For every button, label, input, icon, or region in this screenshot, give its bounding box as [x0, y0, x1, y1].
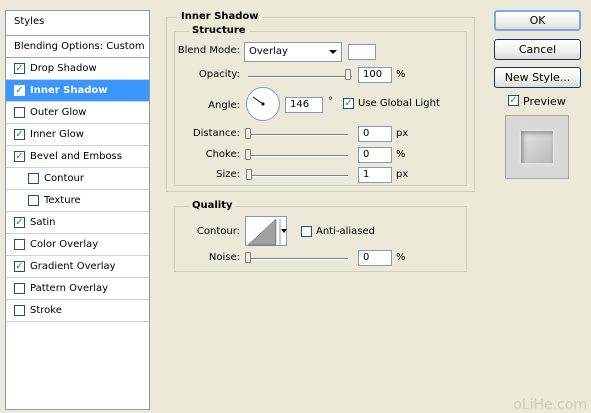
opacity-slider-track[interactable] [248, 76, 352, 78]
angle-label: Angle: [208, 100, 240, 111]
style-checkbox[interactable] [28, 195, 39, 206]
distance-slider-track[interactable] [248, 134, 348, 136]
distance-input[interactable]: 0 [358, 126, 392, 142]
contour-picker[interactable] [245, 216, 287, 246]
style-item-label: Inner Shadow [30, 84, 108, 96]
styles-list: Styles Blending Options: Custom ✓ Drop Sh… [5, 10, 150, 410]
blend-mode-value: Overlay [249, 46, 288, 57]
style-checkbox[interactable] [14, 305, 25, 316]
style-item-label: Stroke [30, 304, 62, 316]
style-item-contour[interactable]: Contour [6, 168, 149, 190]
style-item-label: Pattern Overlay [30, 282, 109, 294]
style-checkbox[interactable]: ✓ [14, 151, 25, 162]
angle-input[interactable]: 146 [285, 97, 323, 113]
style-checkbox[interactable]: ✓ [14, 261, 25, 272]
new-style-button[interactable]: New Style... [494, 67, 581, 88]
styles-header[interactable]: Styles [6, 11, 149, 36]
choke-label: Choke: [205, 149, 240, 160]
opacity-input[interactable]: 100 [358, 67, 392, 83]
size-slider-thumb[interactable] [246, 169, 252, 180]
style-item-label: Contour [44, 172, 84, 184]
style-item-label: Gradient Overlay [30, 260, 116, 272]
size-unit: px [396, 169, 409, 180]
choke-slider-thumb[interactable] [245, 149, 251, 160]
noise-slider-thumb[interactable] [245, 252, 251, 263]
size-slider-track[interactable] [248, 175, 348, 177]
distance-unit: px [396, 128, 409, 139]
angle-dial[interactable] [246, 87, 280, 121]
size-input[interactable]: 1 [358, 167, 392, 183]
style-item-label: Satin [30, 216, 56, 228]
style-item-stroke[interactable]: Stroke [6, 300, 149, 322]
preview-checkbox[interactable]: ✓ [508, 95, 519, 106]
style-item-label: Texture [44, 194, 81, 206]
style-item-satin[interactable]: ✓ Satin [6, 212, 149, 234]
style-checkbox[interactable]: ✓ [14, 129, 25, 140]
preview-label[interactable]: Preview [523, 95, 566, 108]
ok-button[interactable]: OK [494, 10, 581, 31]
cancel-button[interactable]: Cancel [494, 39, 581, 60]
opacity-slider-thumb[interactable] [345, 69, 351, 80]
choke-unit: % [396, 149, 406, 160]
use-global-light-checkbox[interactable]: ✓ [343, 98, 354, 109]
style-item-bevel-and-emboss[interactable]: ✓ Bevel and Emboss [6, 146, 149, 168]
contour-label: Contour: [196, 226, 240, 237]
anti-aliased-label[interactable]: Anti-aliased [316, 226, 375, 237]
contour-curve-icon [247, 218, 287, 246]
style-checkbox[interactable]: ✓ [14, 217, 25, 228]
anti-aliased-checkbox[interactable] [301, 226, 312, 237]
quality-title: Quality [189, 200, 236, 211]
style-item-drop-shadow[interactable]: ✓ Drop Shadow [6, 58, 149, 80]
style-item-gradient-overlay[interactable]: ✓ Gradient Overlay [6, 256, 149, 278]
choke-slider-track[interactable] [248, 155, 348, 157]
opacity-unit: % [396, 69, 406, 80]
style-item-texture[interactable]: Texture [6, 190, 149, 212]
use-global-light-label[interactable]: Use Global Light [358, 98, 440, 109]
style-checkbox[interactable] [14, 107, 25, 118]
structure-title: Structure [189, 25, 249, 36]
style-checkbox[interactable] [28, 173, 39, 184]
watermark: oLiHe.com [513, 397, 587, 413]
angle-unit: ° [328, 96, 333, 107]
style-item-label: Color Overlay [30, 238, 99, 250]
blend-mode-select[interactable]: Overlay [244, 42, 342, 62]
style-item-label: Inner Glow [30, 128, 84, 140]
preview-swatch [521, 131, 553, 163]
style-checkbox[interactable] [14, 283, 25, 294]
noise-slider-track[interactable] [248, 258, 348, 260]
style-item-label: Outer Glow [30, 106, 87, 118]
style-preview [505, 115, 569, 179]
style-item-color-overlay[interactable]: Color Overlay [6, 234, 149, 256]
style-checkbox[interactable]: ✓ [14, 63, 25, 74]
chevron-down-icon [329, 50, 337, 54]
blend-mode-label: Blend Mode: [177, 45, 240, 56]
distance-label: Distance: [192, 128, 240, 139]
style-item-label: Bevel and Emboss [30, 150, 122, 162]
style-checkbox[interactable] [14, 239, 25, 250]
inner-shadow-title: Inner Shadow [178, 11, 262, 22]
style-item-inner-glow[interactable]: ✓ Inner Glow [6, 124, 149, 146]
noise-label: Noise: [208, 252, 240, 263]
style-checkbox[interactable]: ✓ [14, 85, 25, 96]
style-item-inner-shadow[interactable]: ✓ Inner Shadow [6, 80, 149, 102]
style-item-outer-glow[interactable]: Outer Glow [6, 102, 149, 124]
distance-slider-thumb[interactable] [245, 128, 251, 139]
style-item-pattern-overlay[interactable]: Pattern Overlay [6, 278, 149, 300]
choke-input[interactable]: 0 [358, 147, 392, 163]
opacity-label: Opacity: [198, 69, 240, 80]
style-item-label: Drop Shadow [30, 62, 97, 74]
shadow-color-swatch[interactable] [348, 44, 376, 60]
size-label: Size: [216, 169, 240, 180]
angle-needle-icon [252, 96, 265, 106]
noise-input[interactable]: 0 [358, 250, 392, 266]
blending-options-item[interactable]: Blending Options: Custom [6, 36, 149, 58]
noise-unit: % [396, 252, 406, 263]
